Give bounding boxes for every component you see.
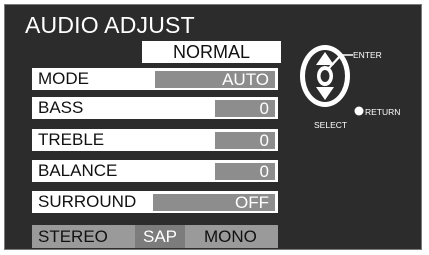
menu-row-mode[interactable]: MODE AUTO xyxy=(32,68,278,90)
stereo-option-sap[interactable]: SAP xyxy=(135,225,186,248)
treble-label: TREBLE xyxy=(38,130,105,149)
remote-guide: ENTER SELECT RETURN xyxy=(295,41,420,141)
stereo-label: STEREO xyxy=(38,227,108,246)
mode-value[interactable]: AUTO xyxy=(155,71,275,88)
menu-row-surround[interactable]: SURROUND OFF xyxy=(32,191,278,213)
menu-row-balance[interactable]: BALANCE 0 xyxy=(32,160,278,182)
menu-title: AUDIO ADJUST xyxy=(25,12,195,38)
enter-label: ENTER xyxy=(353,50,382,60)
bass-value[interactable]: 0 xyxy=(215,100,275,117)
balance-value[interactable]: 0 xyxy=(215,163,275,180)
mode-label: MODE xyxy=(38,69,89,88)
surround-label: SURROUND xyxy=(38,192,137,211)
stereo-option-mono[interactable]: MONO xyxy=(204,225,257,248)
select-label: SELECT xyxy=(314,120,348,130)
treble-value[interactable]: 0 xyxy=(215,132,275,149)
balance-label: BALANCE xyxy=(38,161,118,180)
menu-row-treble[interactable]: TREBLE 0 xyxy=(32,129,278,151)
return-label: RETURN xyxy=(365,107,401,117)
audio-adjust-panel: AUDIO ADJUST NORMAL MODE AUTO BASS 0 TRE… xyxy=(4,4,422,250)
surround-value[interactable]: OFF xyxy=(153,194,275,211)
menu-row-stereo[interactable]: STEREO SAP MONO xyxy=(32,225,278,248)
bass-label: BASS xyxy=(38,98,84,117)
menu-row-bass[interactable]: BASS 0 xyxy=(32,97,278,119)
preset-value[interactable]: NORMAL xyxy=(142,41,281,63)
return-button-icon xyxy=(354,106,364,116)
